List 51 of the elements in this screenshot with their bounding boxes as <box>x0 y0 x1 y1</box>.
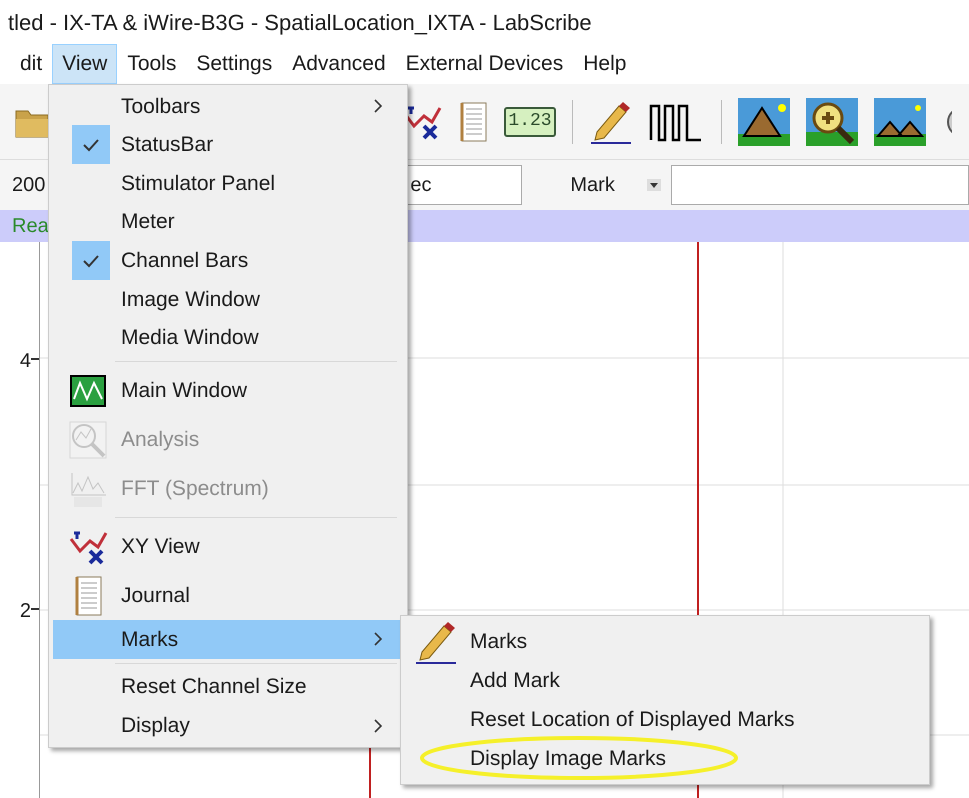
time-field[interactable]: ec <box>405 165 522 205</box>
menu-item-label: Marks <box>121 626 178 653</box>
menu-item-label: Reset Channel Size <box>121 674 307 700</box>
status-text: Rea <box>12 214 49 239</box>
menu-bar-item[interactable]: Advanced <box>282 44 396 84</box>
menu-item[interactable]: StatusBar <box>53 126 401 164</box>
menu-bar-item[interactable]: Help <box>573 44 636 84</box>
axis-label: 2 <box>20 599 31 624</box>
menu-bar-item[interactable]: View <box>52 44 118 84</box>
menu-item-label: Media Window <box>121 325 259 352</box>
menu-item-label: Main Window <box>121 378 248 404</box>
menu-item[interactable]: Reset Location of Displayed Marks <box>401 700 929 739</box>
menu-item[interactable]: Display Image Marks <box>401 739 929 778</box>
menu-bar-item[interactable]: dit <box>10 44 52 84</box>
counter-button[interactable]: 1.23 <box>504 106 556 136</box>
menu-item-label: Marks <box>470 628 528 655</box>
menu-item-label: Channel Bars <box>121 248 248 274</box>
menu-item[interactable]: Add Mark <box>401 661 929 700</box>
menu-item-label: Add Mark <box>470 668 560 694</box>
menu-item[interactable]: Media Window <box>53 318 401 358</box>
menu-item-label: FFT (Spectrum) <box>121 476 269 502</box>
menu-bar-item[interactable]: Tools <box>117 44 186 84</box>
menu-item-label: Display <box>121 712 190 739</box>
menu-item[interactable]: Display <box>53 706 401 745</box>
menu-item[interactable]: Channel Bars <box>53 241 401 280</box>
menu-bar-item[interactable]: External Devices <box>396 44 574 84</box>
menu-item-label: Display Image Marks <box>470 746 666 772</box>
menu-item[interactable]: Journal <box>53 571 401 620</box>
menu-item-label: Analysis <box>121 426 200 453</box>
menu-item-label: StatusBar <box>121 132 214 158</box>
menu-item[interactable]: Toolbars <box>53 87 401 126</box>
menu-item[interactable]: Marks <box>401 622 929 661</box>
menu-item[interactable]: Main Window <box>53 366 401 416</box>
menu-item[interactable]: Image Window <box>53 280 401 319</box>
menu-item-label: XY View <box>121 534 200 560</box>
menu-item-label: Meter <box>121 209 175 236</box>
menu-item[interactable]: Stimulator Panel <box>53 164 401 203</box>
menu-item[interactable]: Meter <box>53 202 401 242</box>
menu-item[interactable]: Marks <box>53 620 401 659</box>
menu-bar-item[interactable]: Settings <box>186 44 282 84</box>
axis-label: 4 <box>20 349 31 374</box>
menu-item-label: Reset Location of Displayed Marks <box>470 706 794 733</box>
menu-item[interactable]: Reset Channel Size <box>53 668 401 706</box>
menu-item-label: Toolbars <box>121 94 200 120</box>
menu-item-label: Image Window <box>121 286 260 313</box>
menu-item-label: Journal <box>121 582 190 609</box>
window-title: tled - IX-TA & iWire-B3G - SpatialLocation_IXTA - LabScribe <box>8 8 592 37</box>
mark-label: Mark <box>570 173 615 198</box>
menu-item[interactable]: XY View <box>53 522 401 572</box>
menu-item-label: Stimulator Panel <box>121 170 276 197</box>
value-label: 200 <box>12 173 46 198</box>
